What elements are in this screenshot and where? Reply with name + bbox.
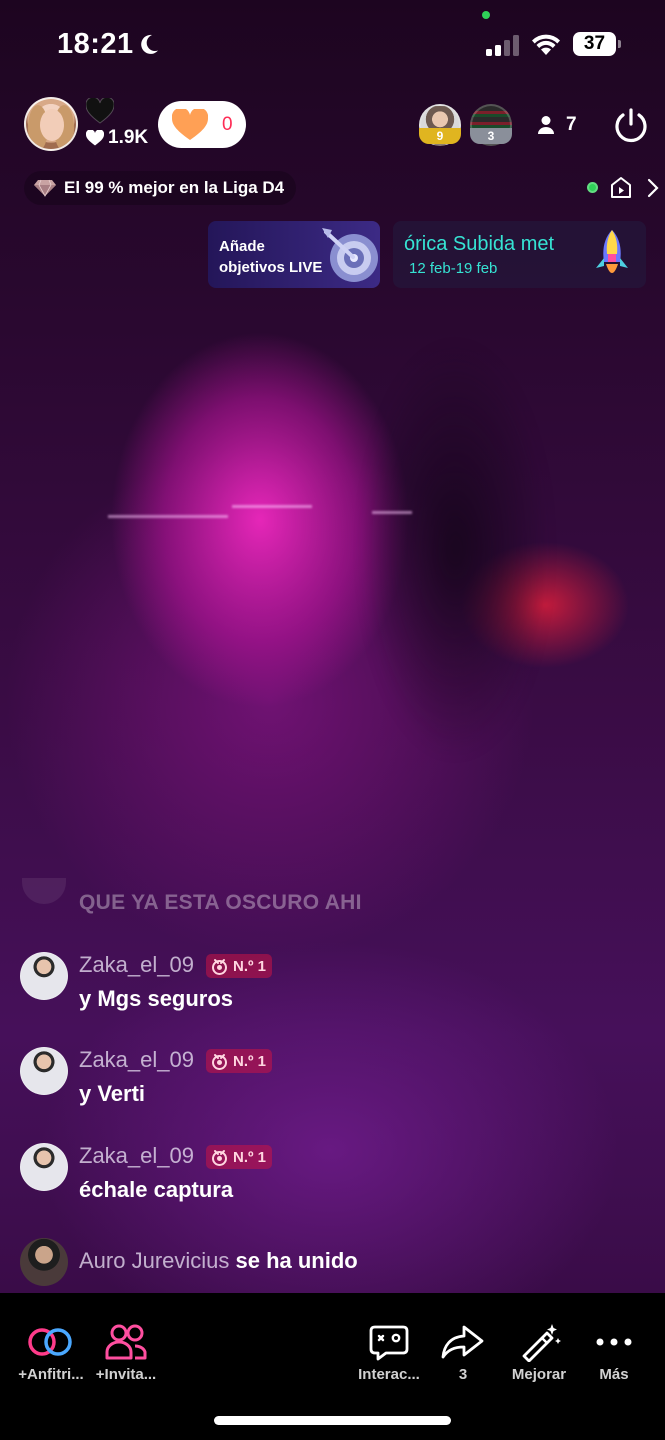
top-gifter-badge: N.º 1	[206, 1049, 272, 1073]
league-rank-pill[interactable]: El 99 % mejor en la Liga D4	[24, 171, 297, 205]
commenter-username[interactable]: Zaka_el_09	[79, 952, 194, 978]
clock: 18:21	[57, 28, 134, 60]
chat-message-text: échale captura	[79, 1177, 234, 1202]
commenter-username[interactable]: Zaka_el_09	[79, 1047, 194, 1073]
heart-icon	[86, 130, 104, 146]
home-indicator[interactable]	[214, 1416, 451, 1425]
chat-message-text: y Mgs seguros	[79, 986, 234, 1011]
chat-message-text: y Verti	[79, 1081, 146, 1106]
magic-wand-icon	[522, 1324, 561, 1362]
privacy-indicator	[482, 11, 490, 19]
invite-guests-button[interactable]: +Invita...	[94, 1322, 158, 1383]
guests-icon	[105, 1324, 147, 1360]
viewer-count[interactable]: 7	[566, 114, 577, 136]
share-arrow-icon	[441, 1325, 484, 1359]
invite-label: +Invita...	[95, 1366, 157, 1383]
enhance-button[interactable]: Mejorar	[506, 1322, 572, 1383]
share-button[interactable]: 3	[436, 1322, 490, 1383]
league-text: El 99 % mejor en la Liga D4	[64, 178, 285, 197]
orange-heart-icon	[172, 108, 208, 140]
event-title: órica Subida met	[404, 233, 555, 255]
video-glitch-line	[108, 515, 228, 518]
wifi-icon	[532, 34, 560, 55]
target-icon	[322, 228, 378, 282]
end-live-power-icon[interactable]	[612, 107, 650, 145]
more-label: Más	[599, 1366, 629, 1383]
more-button[interactable]: Más	[588, 1322, 640, 1383]
cohost-icon	[28, 1328, 72, 1356]
moon-icon	[141, 34, 158, 54]
top-viewer-rank-1: 9	[419, 128, 461, 144]
share-count: 3	[458, 1366, 468, 1383]
interact-label: Interac...	[358, 1366, 420, 1383]
black-heart-icon	[86, 98, 114, 124]
interact-icon	[369, 1325, 409, 1361]
more-dots-icon	[596, 1338, 632, 1346]
live-replay-icon[interactable]	[609, 176, 633, 200]
top-viewer-rank-2: 3	[470, 128, 512, 144]
commenter-username[interactable]: Zaka_el_09	[79, 1143, 194, 1169]
chevron-right-icon[interactable]	[646, 178, 660, 198]
event-dates: 12 feb-19 feb	[409, 260, 498, 277]
badge-label: N.º 1	[233, 1148, 266, 1166]
commenter-avatar[interactable]	[20, 1047, 68, 1095]
interact-button[interactable]: Interac...	[356, 1322, 422, 1383]
enhance-label: Mejorar	[511, 1366, 567, 1383]
signal-icon	[486, 34, 522, 56]
gift-count: 0	[222, 113, 233, 135]
likes-count: 1.9K	[108, 127, 149, 148]
cohost-label: +Anfitri...	[18, 1366, 84, 1383]
join-notification: Auro Jurevicius se ha unido	[79, 1248, 358, 1274]
medal-icon	[212, 1149, 227, 1166]
gift-button[interactable]: 0	[158, 101, 246, 148]
faded-chat-message: QUE YA ESTA OSCURO AHI	[79, 891, 362, 914]
joined-username[interactable]: Auro Jurevicius	[79, 1248, 229, 1273]
top-gifter-badge: N.º 1	[206, 1145, 272, 1169]
medal-icon	[212, 1053, 227, 1070]
badge-label: N.º 1	[233, 957, 266, 975]
top-gifter-badge: N.º 1	[206, 954, 272, 978]
commenter-avatar[interactable]	[20, 1143, 68, 1191]
cohost-button[interactable]: +Anfitri...	[18, 1322, 84, 1383]
live-controls	[582, 172, 662, 204]
battery-icon: 37	[573, 32, 621, 56]
person-icon	[538, 116, 554, 134]
video-glitch-line	[232, 505, 312, 508]
badge-label: N.º 1	[233, 1052, 266, 1070]
video-glitch-line	[372, 511, 412, 514]
join-suffix: se ha unido	[229, 1248, 358, 1273]
battery-level: 37	[573, 32, 616, 56]
online-indicator	[587, 182, 598, 193]
medal-icon	[212, 958, 227, 975]
status-bar: 18:21 37	[0, 0, 665, 90]
joined-user-avatar[interactable]	[20, 1238, 68, 1286]
video-shadow	[360, 340, 550, 760]
rocket-icon	[596, 230, 628, 273]
likes-counter: 1.9K	[86, 127, 148, 149]
commenter-avatar[interactable]	[20, 952, 68, 1000]
diamond-icon	[34, 179, 56, 197]
host-avatar[interactable]	[24, 97, 78, 151]
